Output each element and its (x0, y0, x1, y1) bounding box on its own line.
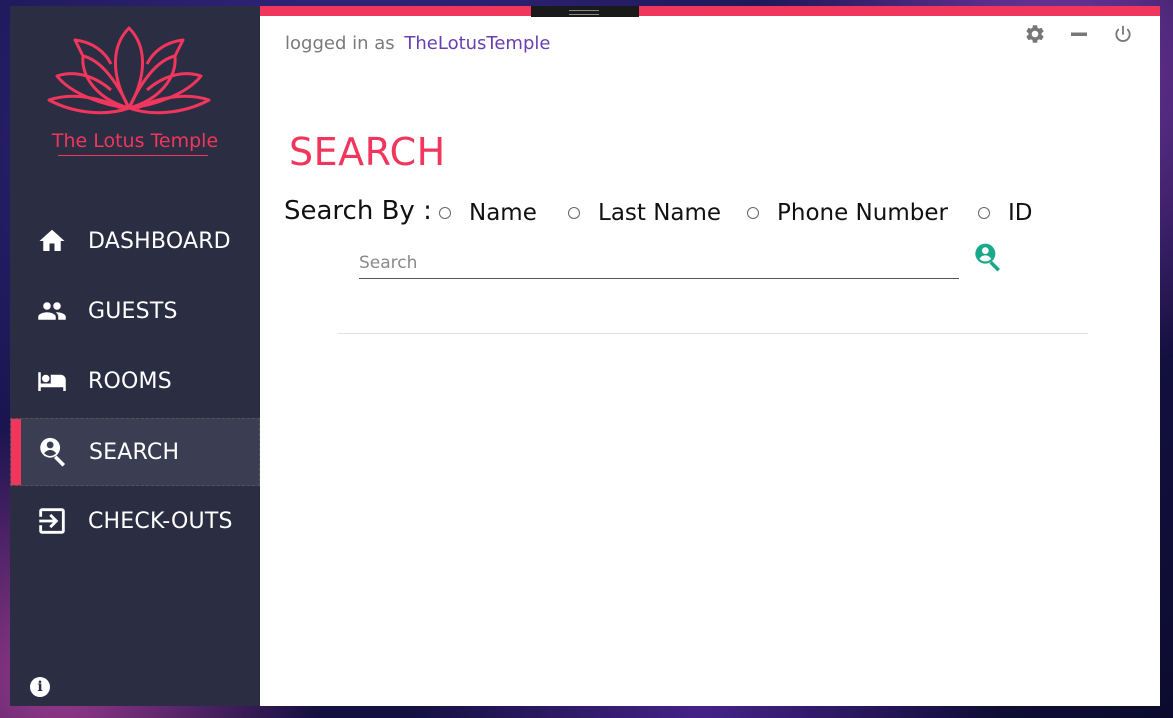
sidebar-item-label: CHECK-OUTS (88, 508, 233, 534)
radio-id[interactable]: ID (978, 200, 1033, 226)
bed-icon (32, 361, 72, 401)
radio-label: Phone Number (777, 200, 948, 226)
sidebar: The Lotus Temple DASHBOARD GUESTS ROOMS (10, 6, 260, 706)
radio-circle[interactable] (978, 207, 990, 219)
radio-label: Name (469, 200, 537, 226)
person-search-icon (33, 432, 73, 472)
page-title: SEARCH (289, 130, 446, 174)
sidebar-item-dashboard[interactable]: DASHBOARD (10, 207, 260, 275)
divider (338, 333, 1088, 334)
drag-handle[interactable] (531, 6, 639, 17)
info-icon[interactable]: i (30, 677, 50, 697)
sidebar-item-check-outs[interactable]: CHECK-OUTS (10, 487, 260, 555)
sidebar-item-search[interactable]: SEARCH (10, 418, 260, 486)
gear-icon[interactable] (1023, 22, 1047, 46)
people-icon (32, 291, 72, 331)
power-icon[interactable] (1111, 22, 1135, 46)
active-indicator (11, 419, 21, 485)
radio-circle[interactable] (439, 207, 451, 219)
minimize-icon[interactable] (1067, 22, 1091, 46)
app-name: The Lotus Temple (51, 130, 219, 152)
person-search-icon (975, 243, 1000, 272)
divider (58, 155, 208, 156)
lotus-logo-icon (47, 26, 211, 115)
radio-name[interactable]: Name (439, 200, 537, 226)
search-button[interactable] (971, 240, 1005, 274)
login-status: logged in as TheLotusTemple (285, 33, 550, 54)
sidebar-item-rooms[interactable]: ROOMS (10, 347, 260, 415)
radio-circle[interactable] (568, 207, 580, 219)
login-prefix: logged in as (285, 33, 395, 54)
radio-circle[interactable] (747, 207, 759, 219)
search-input[interactable] (359, 248, 959, 279)
sidebar-item-label: ROOMS (88, 368, 172, 394)
title-bar (260, 6, 1160, 16)
radio-label: Last Name (598, 200, 722, 226)
radio-phone-number[interactable]: Phone Number (747, 200, 948, 226)
radio-label: ID (1008, 200, 1033, 226)
exit-icon (32, 501, 72, 541)
username: TheLotusTemple (404, 33, 551, 54)
search-by-label: Search By : (284, 196, 432, 226)
radio-last-name[interactable]: Last Name (568, 200, 721, 226)
home-icon (32, 221, 72, 261)
sidebar-item-label: DASHBOARD (88, 228, 231, 254)
sidebar-item-guests[interactable]: GUESTS (10, 277, 260, 345)
sidebar-item-label: GUESTS (88, 298, 178, 324)
sidebar-item-label: SEARCH (89, 439, 180, 465)
app-window: The Lotus Temple DASHBOARD GUESTS ROOMS (10, 6, 1160, 706)
